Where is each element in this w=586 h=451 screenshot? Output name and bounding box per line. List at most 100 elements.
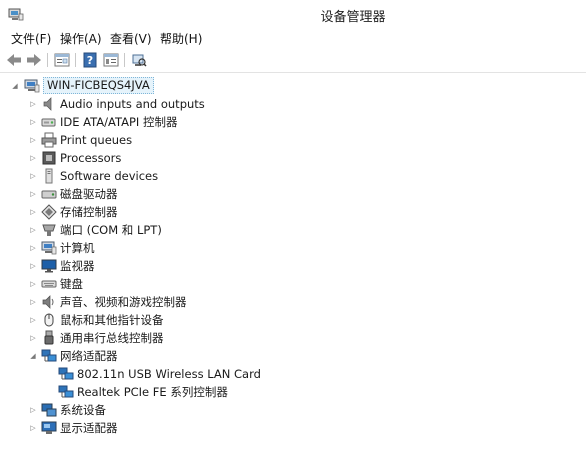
scan-hardware-icon [132, 54, 147, 67]
tree-item-label: 鼠标和其他指针设备 [60, 313, 164, 327]
tree-item-label: 系统设备 [60, 403, 106, 417]
tree-category-item[interactable]: ▷ 声音、视频和游戏控制器 [0, 293, 586, 311]
tree-item-label: Print queues [60, 133, 133, 147]
tree-item-label: 通用串行总线控制器 [60, 331, 164, 345]
expand-icon[interactable]: ▷ [28, 113, 38, 131]
toolbar-separator [75, 53, 76, 67]
tree-category-processors[interactable]: ▷ Processors [0, 149, 586, 167]
tree-item-label: Processors [60, 151, 122, 165]
tree-item-label: 网络适配器 [60, 349, 118, 363]
keyboard-icon [41, 276, 57, 292]
help-icon: ? [83, 52, 97, 68]
collapse-icon[interactable]: ◢ [10, 77, 20, 95]
tree-item-label: 磁盘驱动器 [60, 187, 118, 201]
details-icon [103, 53, 119, 67]
expand-icon[interactable]: ▷ [28, 401, 38, 419]
tree-category-item[interactable]: ◢ 网络适配器 [0, 347, 586, 365]
expand-icon[interactable]: ▷ [28, 275, 38, 293]
printer-icon [41, 132, 57, 148]
tree-category-print-queues[interactable]: ▷ Print queues [0, 131, 586, 149]
tree-item-label: 端口 (COM 和 LPT) [60, 223, 162, 237]
tree-category-item[interactable]: ▷ 存储控制器 [0, 203, 586, 221]
ide-controller-icon [41, 114, 57, 130]
expand-icon[interactable]: ▷ [28, 131, 38, 149]
tree-item-label: Software devices [60, 169, 159, 183]
tree-category-software-devices[interactable]: ▷ Software devices [0, 167, 586, 185]
tree-category-item[interactable]: ▷ 键盘 [0, 275, 586, 293]
toolbar-separator [47, 53, 48, 67]
arrow-right-icon [27, 54, 41, 66]
computer-icon [24, 78, 40, 94]
tree-category-item[interactable]: ▷ 磁盘驱动器 [0, 185, 586, 203]
expand-icon[interactable]: ▷ [28, 167, 38, 185]
menu-help[interactable]: 帮助(H) [158, 30, 204, 47]
expand-icon[interactable]: ▷ [28, 239, 38, 257]
details-button[interactable] [102, 52, 120, 68]
scan-hardware-button[interactable] [130, 52, 148, 68]
processor-icon [41, 150, 57, 166]
network-adapter-icon [41, 348, 57, 364]
expand-icon[interactable]: ▷ [28, 311, 38, 329]
collapse-icon[interactable]: ◢ [28, 347, 38, 365]
storage-controller-icon [41, 204, 57, 220]
expand-icon[interactable]: ▷ [28, 221, 38, 239]
menu-bar: 文件(F) 操作(A) 查看(V) 帮助(H) [0, 28, 586, 48]
svg-text:?: ? [87, 54, 93, 67]
port-icon [41, 222, 57, 238]
network-adapter-icon [58, 384, 74, 400]
back-button[interactable] [5, 52, 23, 68]
tree-item-label: Realtek PCIe FE 系列控制器 [77, 385, 228, 399]
properties-icon [54, 53, 70, 67]
tree-category-item[interactable]: ▷ 鼠标和其他指针设备 [0, 311, 586, 329]
tree-category-item[interactable]: ▷ 显示适配器 [0, 419, 586, 437]
expand-icon[interactable]: ▷ [28, 185, 38, 203]
monitor-icon [41, 258, 57, 274]
system-device-icon [41, 402, 57, 418]
expand-icon[interactable]: ▷ [28, 149, 38, 167]
expand-icon[interactable]: ▷ [28, 293, 38, 311]
forward-button[interactable] [25, 52, 43, 68]
toolbar: ? [0, 48, 586, 73]
tree-item-label: Audio inputs and outputs [60, 97, 205, 111]
menu-view[interactable]: 查看(V) [108, 30, 154, 47]
software-device-icon [41, 168, 57, 184]
tree-category-item[interactable]: ▷ 监视器 [0, 257, 586, 275]
tree-item-label: 监视器 [60, 259, 95, 273]
expand-icon[interactable]: ▷ [28, 329, 38, 347]
tree-item-label: 声音、视频和游戏控制器 [60, 295, 187, 309]
expand-icon[interactable]: ▷ [28, 419, 38, 437]
computer-icon [41, 240, 57, 256]
tree-category-item[interactable]: ▷ 通用串行总线控制器 [0, 329, 586, 347]
tree-item-label: 键盘 [60, 277, 83, 291]
help-button[interactable]: ? [81, 52, 99, 68]
expand-icon[interactable]: ▷ [28, 257, 38, 275]
menu-file[interactable]: 文件(F) [9, 30, 53, 47]
mouse-icon [41, 312, 57, 328]
properties-button[interactable] [53, 52, 71, 68]
tree-device-realtek-pcie-fe[interactable]: Realtek PCIe FE 系列控制器 [0, 383, 586, 401]
title-bar: 设备管理器 [0, 0, 586, 28]
tree-root[interactable]: ◢ WIN-FICBEQS4JVA [0, 77, 586, 95]
arrow-left-icon [7, 54, 21, 66]
network-adapter-icon [58, 366, 74, 382]
window-title: 设备管理器 [320, 10, 386, 25]
tree-item-label: 存储控制器 [60, 205, 118, 219]
disk-drive-icon [41, 186, 57, 202]
expand-icon[interactable]: ▷ [28, 95, 38, 113]
toolbar-separator [124, 53, 125, 67]
device-tree[interactable]: ◢ WIN-FICBEQS4JVA ▷ Audio inputs and output… [0, 73, 586, 451]
expand-icon[interactable]: ▷ [28, 203, 38, 221]
tree-item-label: 显示适配器 [60, 421, 118, 435]
menu-action[interactable]: 操作(A) [58, 30, 104, 47]
tree-category-ide-ata-atapi[interactable]: ▷ IDE ATA/ATAPI 控制器 [0, 113, 586, 131]
speaker-icon [41, 96, 57, 112]
display-adapter-icon [41, 420, 57, 436]
tree-category-audio-inputs-and-outputs[interactable]: ▷ Audio inputs and outputs [0, 95, 586, 113]
tree-item-label: IDE ATA/ATAPI 控制器 [60, 115, 178, 129]
sound-icon [41, 294, 57, 310]
tree-device-802-11n-usb-wireless-lan-card[interactable]: 802.11n USB Wireless LAN Card [0, 365, 586, 383]
tree-category-item[interactable]: ▷ 系统设备 [0, 401, 586, 419]
tree-category-item[interactable]: ▷ 计算机 [0, 239, 586, 257]
tree-category-com-lpt[interactable]: ▷ 端口 (COM 和 LPT) [0, 221, 586, 239]
tree-item-label: 802.11n USB Wireless LAN Card [77, 367, 261, 381]
